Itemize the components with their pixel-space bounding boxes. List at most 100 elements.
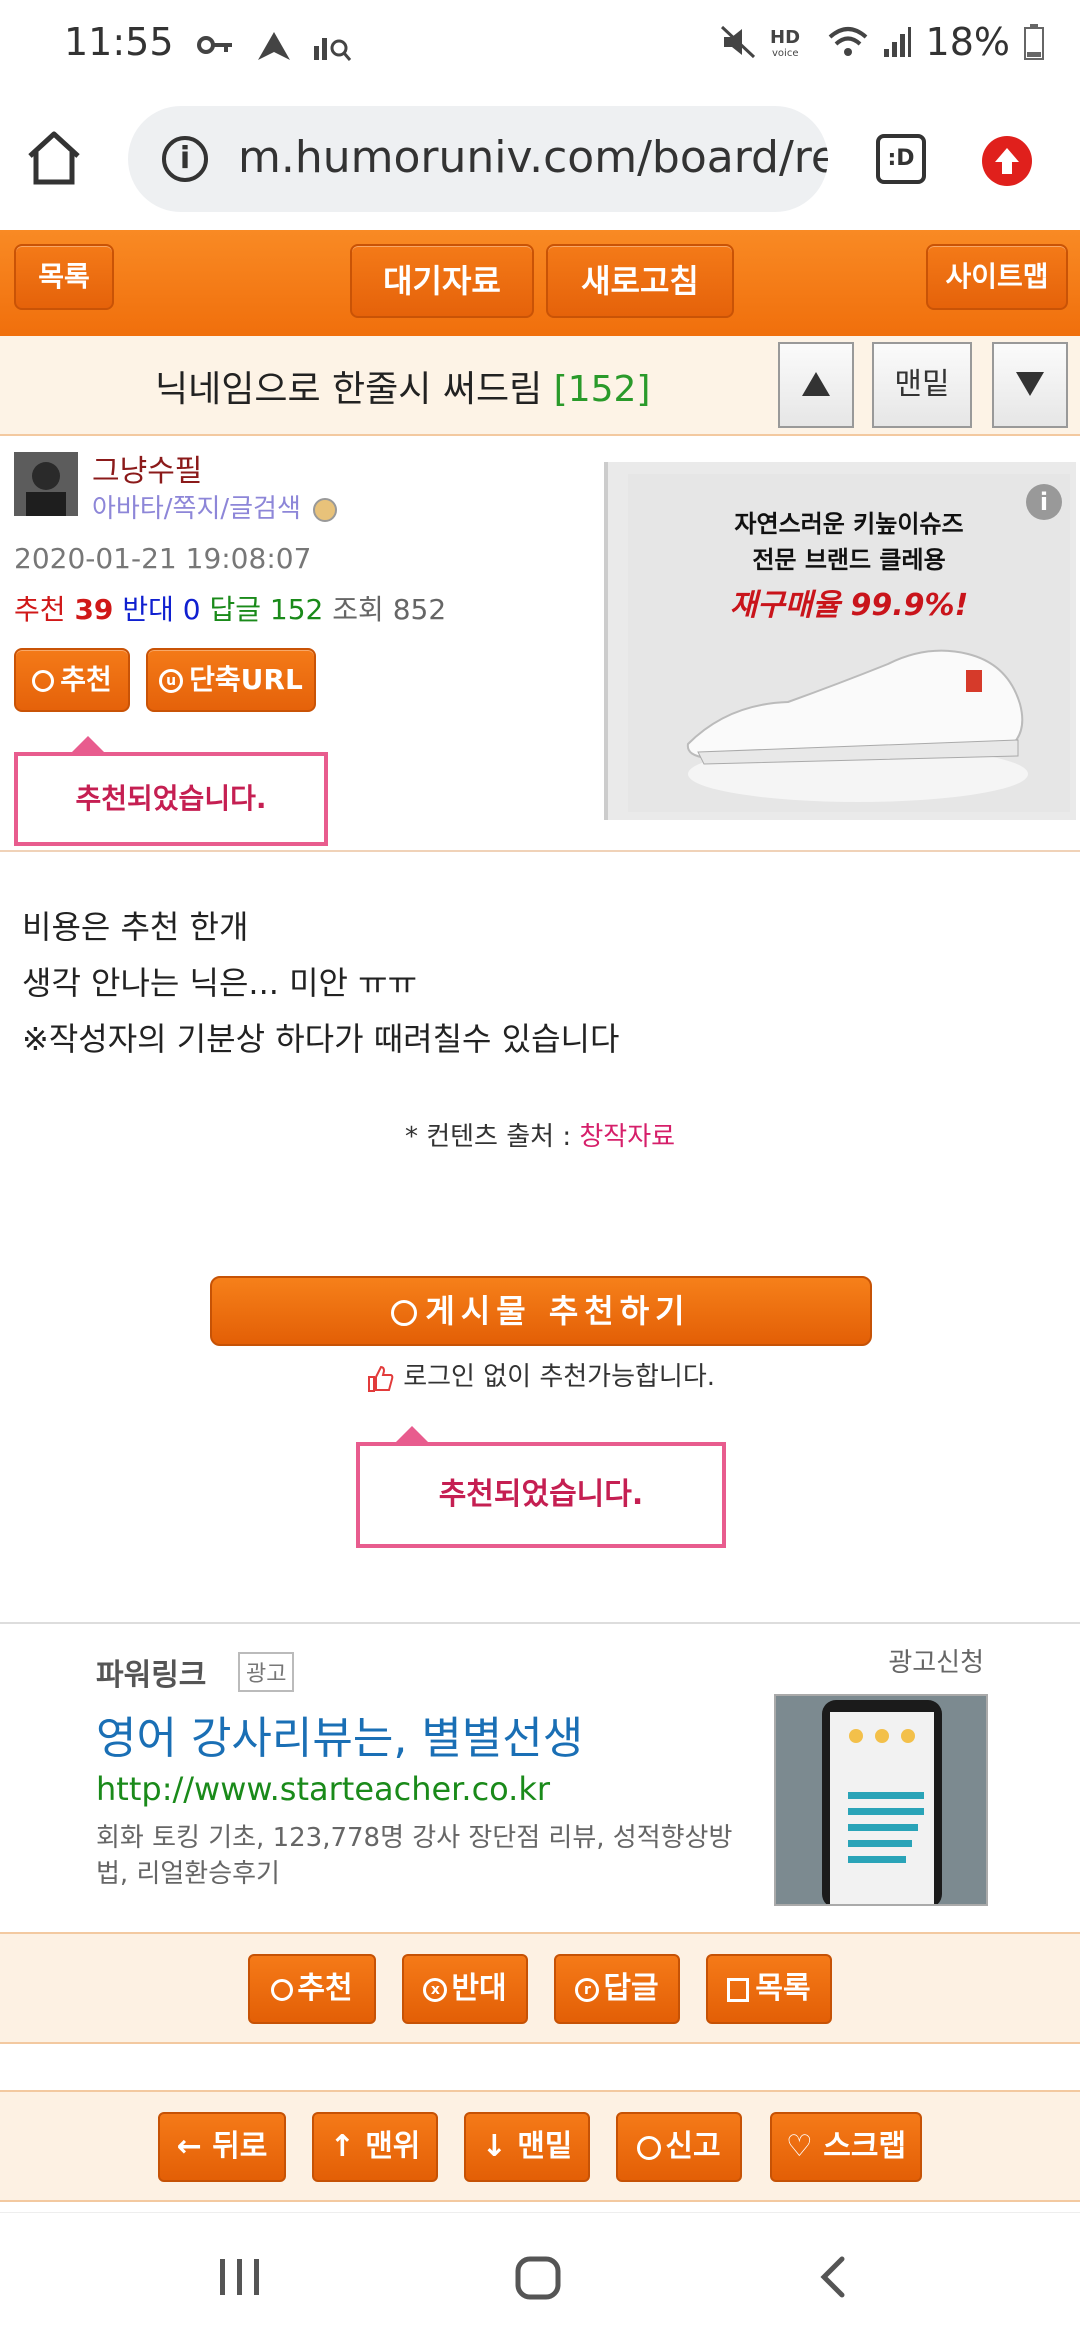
browser-toolbar: i m.humoruniv.com/board/re :D: [0, 90, 1080, 230]
author-name[interactable]: 그냥수필: [92, 446, 202, 490]
report-icon: [637, 2135, 662, 2160]
sitemap-button[interactable]: 사이트맵: [926, 244, 1068, 310]
wifi-icon: [828, 27, 867, 56]
mute-icon: [720, 25, 755, 59]
action-strip: 추천 x 반대 r 답글 목록: [0, 1932, 1080, 2044]
author-links: 아바타/쪽지/글검색: [92, 488, 338, 525]
avatar[interactable]: [14, 452, 78, 516]
powerlink-label: 파워링크: [96, 1658, 207, 1693]
oppose-action-button[interactable]: x 반대: [402, 1954, 528, 2024]
android-nav-bar: [0, 2212, 1080, 2340]
post-datetime: 2020-01-21 19:08:07: [14, 542, 312, 575]
r-circle-icon: r: [575, 1977, 600, 2002]
login-note: 로그인 없이 추천가능합니다.: [0, 1356, 1080, 1393]
upload-button[interactable]: [982, 136, 1032, 186]
recommend-post-button[interactable]: 게시물 추천하기: [210, 1276, 872, 1346]
thumbs-up-icon: [367, 1365, 394, 1392]
ad-line2: 전문 브랜드 클레용: [752, 546, 946, 574]
arrow-down-icon: ↓: [481, 2129, 507, 2164]
short-url-icon: u: [159, 669, 184, 693]
chart-search-icon: [314, 38, 352, 61]
level-badge-icon: [313, 497, 338, 522]
pending-button[interactable]: 대기자료: [350, 244, 534, 318]
oppose-count: 0: [182, 593, 201, 626]
battery-icon: [1024, 24, 1044, 60]
list-icon: [727, 1977, 750, 2002]
site-info-icon[interactable]: i: [162, 136, 208, 182]
ad-image[interactable]: 자연스러운 키높이슈즈 전문 브랜드 클레용 재구매율 99.9%! i: [628, 474, 1070, 812]
heart-icon: ♡: [785, 2129, 813, 2164]
list-button[interactable]: 목록: [14, 244, 114, 310]
recommended-tooltip-2: 추천되었습니다.: [356, 1426, 726, 1548]
status-bar: 11:55 HD voice 18%: [0, 0, 1080, 90]
bottom-nav-button[interactable]: ↓ 맨밑: [464, 2112, 590, 2182]
ad-badge: 광고: [238, 1652, 295, 1692]
status-time: 11:55: [64, 20, 174, 64]
ad-banner[interactable]: 자연스러운 키높이슈즈 전문 브랜드 클레용 재구매율 99.9%! i: [604, 462, 1076, 820]
report-button[interactable]: 신고: [616, 2112, 742, 2182]
site-nav-bar: 목록 대기자료 새로고침 사이트맵: [0, 230, 1080, 336]
hd-voice-icon: HDvoice: [770, 27, 800, 59]
post-title: 닉네임으로 한줄시 써드림 [152]: [155, 369, 651, 410]
ad-request-link[interactable]: 광고신청: [888, 1642, 984, 1679]
footer-nav-strip: ← 뒤로 ↑ 맨위 ↓ 맨밑 신고 ♡ 스크랩: [0, 2090, 1080, 2202]
next-post-button[interactable]: [992, 342, 1068, 428]
content-line-1: 비용은 추천 한개: [22, 908, 249, 946]
arrow-up-icon: [995, 148, 1019, 174]
back-nav-icon[interactable]: [814, 2253, 854, 2301]
recommended-tooltip: 추천되었습니다.: [14, 736, 328, 846]
ad-info-icon[interactable]: i: [1026, 484, 1062, 520]
ad-line1: 자연스러운 키높이슈즈: [734, 510, 964, 538]
home-icon[interactable]: [22, 126, 86, 190]
powerlink-ad: 파워링크 광고 광고신청 영어 강사리뷰는, 별별선생 http://www.s…: [0, 1622, 1080, 1930]
back-button[interactable]: ← 뒤로: [158, 2112, 286, 2182]
content-source: * 컨텐츠 출처 : 창작자료: [404, 1122, 676, 1152]
views-count: 852: [392, 593, 447, 626]
powerlink-description: 회화 토킹 기초, 123,778명 강사 장단점 리뷰, 성적향상방법, 리얼…: [96, 1823, 733, 1889]
recommend-button[interactable]: 추천: [14, 648, 130, 712]
post-content: 비용은 추천 한개 생각 안나는 닉은... 미안 ㅠㅠ ※작성자의 기분상 하…: [0, 850, 1080, 1620]
arrow-up-icon: ↑: [329, 2129, 355, 2164]
content-line-2: 생각 안나는 닉은... 미안 ㅠㅠ: [22, 964, 418, 1002]
post-title-bar: 닉네임으로 한줄시 써드림 [152] 맨밑: [0, 336, 1080, 436]
address-bar[interactable]: i m.humoruniv.com/board/re: [128, 106, 828, 212]
url-text[interactable]: m.humoruniv.com/board/re: [238, 132, 828, 183]
top-button[interactable]: ↑ 맨위: [312, 2112, 438, 2182]
powerlink-thumbnail[interactable]: [774, 1694, 988, 1906]
avatar-image: [14, 452, 78, 516]
author-links-text[interactable]: 아바타/쪽지/글검색: [92, 494, 301, 524]
battery-percent: 18%: [925, 20, 1010, 64]
powerlink-title[interactable]: 영어 강사리뷰는, 별별선생: [96, 1702, 583, 1766]
reply-action-button[interactable]: r 답글: [554, 1954, 680, 2024]
bottom-button[interactable]: 맨밑: [872, 342, 972, 428]
list-action-button[interactable]: 목록: [706, 1954, 832, 2024]
tab-switcher-button[interactable]: :D: [876, 134, 926, 184]
svg-text:voice: voice: [772, 48, 798, 59]
phone-image: [776, 1696, 986, 1904]
recommend-circle-icon: [391, 1300, 418, 1326]
recommend-icon: [32, 670, 55, 692]
triangle-up-icon: [802, 372, 830, 396]
powerlink-url[interactable]: http://www.starteacher.co.kr: [96, 1770, 550, 1808]
short-url-button[interactable]: u 단축URL: [146, 648, 316, 712]
recommend-action-button[interactable]: 추천: [248, 1954, 376, 2024]
prev-post-button[interactable]: [778, 342, 854, 428]
recommend-icon: [271, 1978, 294, 2001]
svg-text:HD: HD: [770, 27, 800, 48]
key-icon: [197, 36, 232, 54]
content-line-3: ※작성자의 기분상 하다가 때려칠수 있습니다: [22, 1020, 620, 1058]
ad-line3: 재구매율 99.9%!: [729, 588, 969, 623]
scrap-button[interactable]: ♡ 스크랩: [770, 2112, 922, 2182]
refresh-button[interactable]: 새로고침: [546, 244, 734, 318]
navigation-icon: [258, 32, 290, 60]
tooltip-arrow: [70, 736, 106, 754]
home-nav-icon[interactable]: [510, 2253, 566, 2301]
signal-icon: [883, 27, 911, 57]
tooltip-arrow: [394, 1426, 430, 1444]
content-source-link[interactable]: 창작자료: [579, 1122, 675, 1152]
recent-apps-icon[interactable]: [210, 2253, 270, 2301]
post-comment-count: [152]: [553, 369, 651, 410]
x-circle-icon: x: [423, 1977, 448, 2002]
recommend-count: 39: [74, 593, 114, 626]
triangle-down-icon: [1016, 372, 1044, 396]
